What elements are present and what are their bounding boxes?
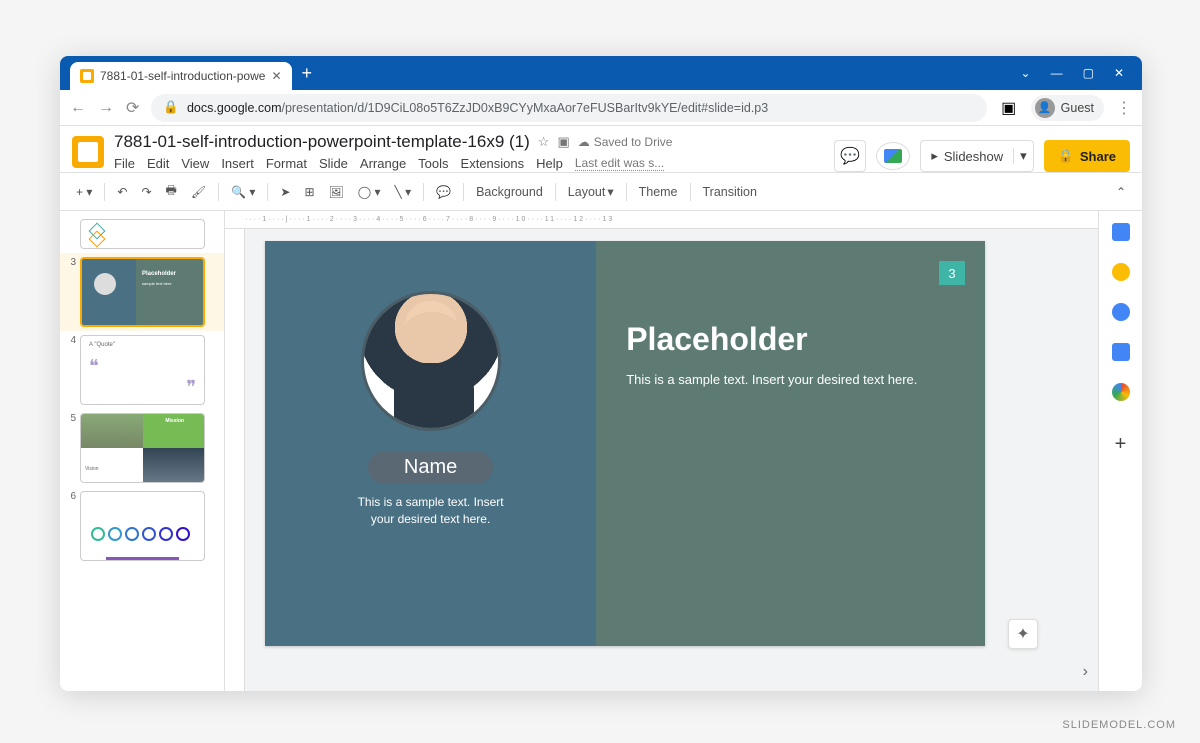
menu-format[interactable]: Format <box>266 156 307 171</box>
slideshow-dropdown[interactable]: ▾ <box>1013 148 1033 164</box>
url-host: docs.google.com <box>187 101 282 115</box>
comment-tool[interactable]: 💬 <box>430 181 457 203</box>
new-tab-button[interactable]: + <box>302 63 313 84</box>
browser-window: 7881-01-self-introduction-powe ✕ + ⌄ — ▢… <box>60 56 1142 691</box>
background-button[interactable]: Background <box>470 181 549 203</box>
menu-edit[interactable]: Edit <box>147 156 169 171</box>
thumbnail-3[interactable]: 3 Placeholder sample text here <box>60 253 224 331</box>
address-bar: ← → ⟳ 🔒 docs.google.com/presentation/d/1… <box>60 90 1142 126</box>
slide-title[interactable]: Placeholder <box>626 321 955 358</box>
slide-body[interactable]: This is a sample text. Insert your desir… <box>626 372 955 387</box>
play-icon: ▸ <box>931 148 938 164</box>
layout-button[interactable]: Layout ▾ <box>562 180 620 203</box>
print-button[interactable]: 🖶 <box>160 177 183 206</box>
thumbnail-6[interactable]: 6 <box>60 487 224 565</box>
profile-photo[interactable] <box>361 291 501 431</box>
calendar-icon[interactable] <box>1112 223 1130 241</box>
watermark: SLIDEMODEL.COM <box>1062 719 1176 731</box>
name-label[interactable]: Name <box>368 451 493 484</box>
slide-canvas[interactable]: Name This is a sample text. Insert your … <box>265 241 985 646</box>
menu-arrange[interactable]: Arrange <box>360 156 406 171</box>
window-controls: ⌄ — ▢ ✕ <box>1021 66 1138 80</box>
explore-button[interactable]: ✦ <box>1008 619 1038 649</box>
next-icon[interactable]: › <box>1079 659 1092 685</box>
browser-tab[interactable]: 7881-01-self-introduction-powe ✕ <box>70 62 292 90</box>
lock-icon: 🔒 <box>163 100 179 115</box>
ruler-horizontal: ····1····|····1····2····3····4····5····6… <box>225 211 1098 229</box>
extension-icon[interactable]: ▣ <box>999 98 1019 118</box>
titlebar: 7881-01-self-introduction-powe ✕ + ⌄ — ▢… <box>60 56 1142 90</box>
minimize-icon[interactable]: — <box>1051 66 1063 80</box>
contacts-icon[interactable] <box>1112 343 1130 361</box>
browser-menu-icon[interactable]: ⋮ <box>1116 98 1132 118</box>
menu-extensions[interactable]: Extensions <box>461 156 525 171</box>
paint-format-button[interactable]: 🖌 <box>185 181 212 203</box>
slide-number: 3 <box>939 261 965 285</box>
maps-icon[interactable] <box>1112 383 1130 401</box>
slideshow-button[interactable]: ▸Slideshow ▾ <box>920 140 1033 172</box>
star-icon[interactable]: ☆ <box>538 134 550 150</box>
redo-button[interactable]: ↷ <box>135 181 157 203</box>
slide-panel[interactable]: 3 Placeholder sample text here 4 A "Quot… <box>60 211 225 691</box>
tasks-icon[interactable] <box>1112 303 1130 321</box>
meet-button[interactable] <box>876 142 910 170</box>
add-addon-icon[interactable]: + <box>1115 433 1127 456</box>
back-icon[interactable]: ← <box>70 99 86 117</box>
menu-file[interactable]: File <box>114 156 135 171</box>
close-window-icon[interactable]: ✕ <box>1114 66 1124 80</box>
app-header: 7881-01-self-introduction-powerpoint-tem… <box>60 126 1142 172</box>
menu-view[interactable]: View <box>181 156 209 171</box>
saved-status[interactable]: ☁ Saved to Drive <box>578 135 673 149</box>
document-title[interactable]: 7881-01-self-introduction-powerpoint-tem… <box>114 132 530 152</box>
menu-help[interactable]: Help <box>536 156 563 171</box>
menu-tools[interactable]: Tools <box>418 156 448 171</box>
side-panel: + <box>1098 211 1142 691</box>
profile-badge[interactable]: 👤 Guest <box>1031 95 1104 121</box>
avatar-icon: 👤 <box>1035 98 1055 118</box>
comments-button[interactable]: 💬 <box>834 140 866 172</box>
cloud-icon: ☁ <box>578 135 590 149</box>
textbox-tool[interactable]: ⊞ <box>298 181 320 203</box>
menu-slide[interactable]: Slide <box>319 156 348 171</box>
collapse-toolbar-icon[interactable]: ⌃ <box>1110 181 1132 203</box>
select-tool[interactable]: ➤ <box>274 181 296 203</box>
close-tab-icon[interactable]: ✕ <box>271 69 281 83</box>
ruler-vertical <box>225 229 245 691</box>
theme-button[interactable]: Theme <box>633 181 684 203</box>
reload-icon[interactable]: ⟳ <box>126 98 139 118</box>
keep-icon[interactable] <box>1112 263 1130 281</box>
forward-icon[interactable]: → <box>98 99 114 117</box>
new-slide-button[interactable]: + ▾ <box>70 181 98 203</box>
move-icon[interactable]: ▣ <box>557 134 569 150</box>
zoom-button[interactable]: 🔍 ▾ <box>225 181 261 203</box>
shape-tool[interactable]: ◯ ▾ <box>352 181 387 203</box>
last-edit[interactable]: Last edit was s... <box>575 156 664 171</box>
menu-insert[interactable]: Insert <box>221 156 254 171</box>
thumbnail-2-partial[interactable] <box>60 215 224 253</box>
workspace: 3 Placeholder sample text here 4 A "Quot… <box>60 211 1142 691</box>
url-field[interactable]: 🔒 docs.google.com/presentation/d/1D9CiL0… <box>151 94 986 122</box>
lock-icon: 🔒 <box>1058 148 1074 164</box>
slide-left-panel: Name This is a sample text. Insert your … <box>265 241 596 646</box>
name-subtext[interactable]: This is a sample text. Insert your desir… <box>351 494 511 528</box>
slides-favicon <box>80 69 94 83</box>
url-path: /presentation/d/1D9CiL08o5T6ZzJD0xB9CYyM… <box>282 101 769 115</box>
image-tool[interactable]: 🖼 <box>323 181 350 203</box>
canvas-area: ····1····|····1····2····3····4····5····6… <box>225 211 1098 691</box>
menu-bar: File Edit View Insert Format Slide Arran… <box>114 156 824 171</box>
chevron-down-icon[interactable]: ⌄ <box>1021 66 1031 80</box>
undo-button[interactable]: ↶ <box>111 181 133 203</box>
maximize-icon[interactable]: ▢ <box>1083 66 1094 80</box>
guest-label: Guest <box>1061 101 1094 115</box>
line-tool[interactable]: ╲ ▾ <box>389 181 418 203</box>
tab-title: 7881-01-self-introduction-powe <box>100 69 265 83</box>
thumbnail-4[interactable]: 4 A "Quote" ❝ ❞ <box>60 331 224 409</box>
slide-right-panel: 3 Placeholder This is a sample text. Ins… <box>596 241 985 646</box>
toolbar: + ▾ ↶ ↷ 🖶 🖌 🔍 ▾ ➤ ⊞ 🖼 ◯ ▾ ╲ ▾ 💬 Backgrou… <box>60 172 1142 211</box>
slides-logo[interactable] <box>72 136 104 168</box>
transition-button[interactable]: Transition <box>697 181 763 203</box>
share-button[interactable]: 🔒 Share <box>1044 140 1130 172</box>
thumbnail-5[interactable]: 5 Vision Mission <box>60 409 224 487</box>
